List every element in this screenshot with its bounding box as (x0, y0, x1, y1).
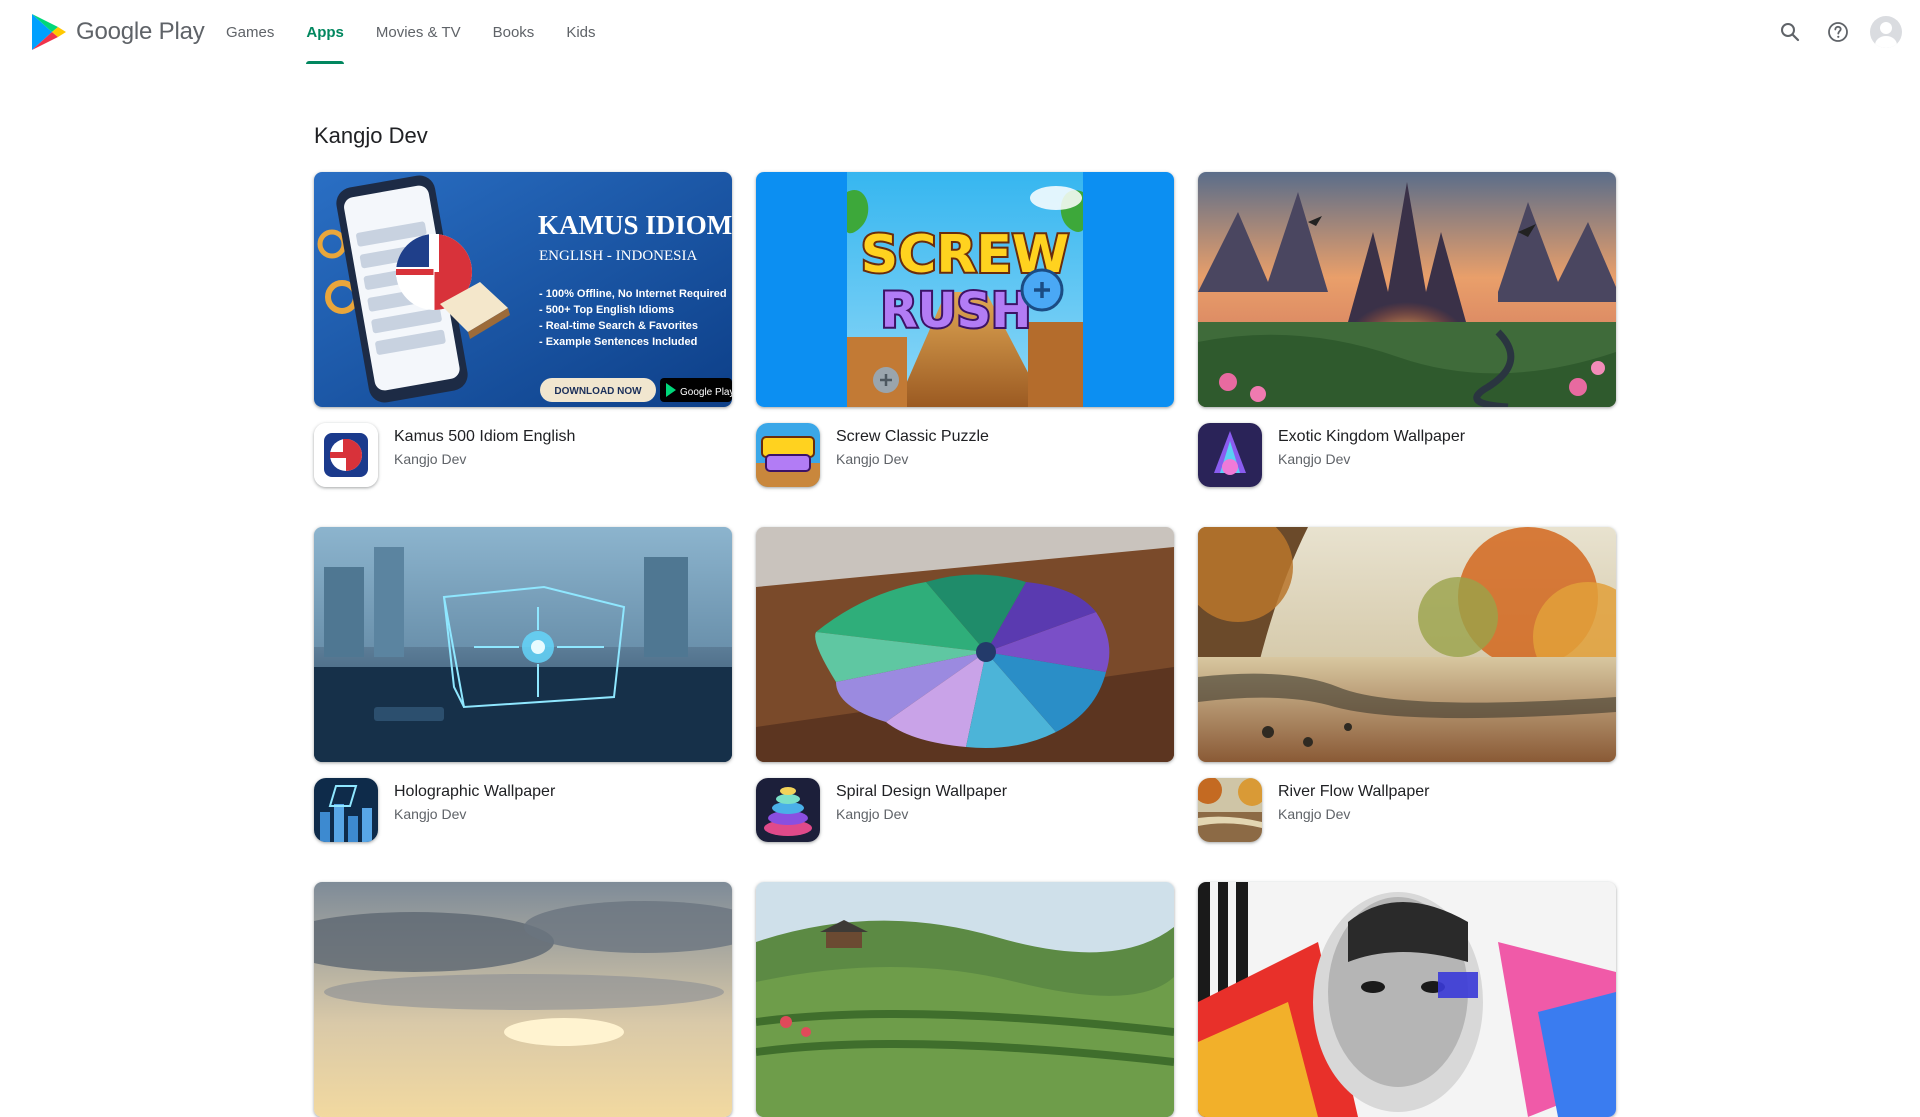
app-card[interactable] (756, 882, 1174, 1117)
app-name[interactable]: Spiral Design Wallpaper (836, 780, 1007, 804)
pop-art-portrait-banner-image (1198, 882, 1616, 1117)
app-name[interactable]: Holographic Wallpaper (394, 780, 555, 804)
app-icon (756, 423, 820, 487)
app-banner (314, 882, 732, 1117)
app-meta: Screw Classic Puzzle Kangjo Dev (756, 423, 1174, 487)
cloudy-sky-banner-image (314, 882, 732, 1117)
app-card[interactable]: Spiral Design Wallpaper Kangjo Dev (756, 527, 1174, 842)
app-banner: SCREW RUSH (756, 172, 1174, 407)
developer-page: Kangjo Dev KAMUS IDIOM ENGLISH - INDONES… (314, 120, 1618, 1117)
kingdom-icon (1198, 423, 1262, 487)
app-banner: KAMUS IDIOM ENGLISH - INDONESIA - 100% O… (314, 172, 732, 407)
tea-garden-banner-image (756, 882, 1174, 1117)
app-card[interactable]: Holographic Wallpaper Kangjo Dev (314, 527, 732, 842)
app-banner (314, 527, 732, 762)
spiral-icon (756, 778, 820, 842)
app-card[interactable]: KAMUS IDIOM ENGLISH - INDONESIA - 100% O… (314, 172, 732, 487)
account-avatar[interactable] (1870, 16, 1902, 48)
search-icon (1781, 23, 1800, 42)
screw-rush-banner-image: SCREW RUSH (756, 172, 1174, 407)
banner-bullet: - Real-time Search & Favorites (539, 320, 698, 332)
app-card[interactable]: Exotic Kingdom Wallpaper Kangjo Dev (1198, 172, 1616, 487)
banner-subtitle: ENGLISH - INDONESIA (539, 248, 697, 264)
screw-logo-line2: RUSH (881, 283, 1032, 339)
app-banner (1198, 527, 1616, 762)
river-banner-image (1198, 527, 1616, 762)
app-icon (1198, 778, 1262, 842)
kingdom-banner-image (1198, 172, 1616, 407)
nav-kids[interactable]: Kids (550, 0, 611, 64)
app-card[interactable]: SCREW RUSH Screw Classic Puzzle Kangjo D… (756, 172, 1174, 487)
banner-cta: DOWNLOAD NOW (554, 386, 642, 397)
holographic-icon (314, 778, 378, 842)
app-developer[interactable]: Kangjo Dev (1278, 449, 1465, 469)
app-icon (1198, 423, 1262, 487)
banner-bullet: - Example Sentences Included (539, 336, 697, 348)
banner-badge: Google Play (680, 387, 732, 398)
nav-books[interactable]: Books (477, 0, 551, 64)
app-icon (314, 778, 378, 842)
main-nav: Games Apps Movies & TV Books Kids (210, 0, 612, 64)
header-actions (1768, 12, 1902, 52)
app-name[interactable]: Exotic Kingdom Wallpaper (1278, 425, 1465, 449)
app-meta: Spiral Design Wallpaper Kangjo Dev (756, 778, 1174, 842)
uk-flag-book-icon (314, 423, 378, 487)
app-card[interactable] (1198, 882, 1616, 1117)
search-button[interactable] (1768, 10, 1812, 54)
app-banner (756, 527, 1174, 762)
app-developer[interactable]: Kangjo Dev (394, 449, 575, 469)
help-button[interactable] (1816, 10, 1860, 54)
nav-games[interactable]: Games (210, 0, 290, 64)
banner-bullet: - 100% Offline, No Internet Required (539, 288, 727, 300)
screw-rush-icon (756, 423, 820, 487)
app-icon (314, 423, 378, 487)
holographic-banner-image (314, 527, 732, 762)
app-meta: Exotic Kingdom Wallpaper Kangjo Dev (1198, 423, 1616, 487)
app-banner (1198, 882, 1616, 1117)
app-banner (756, 882, 1174, 1117)
app-developer[interactable]: Kangjo Dev (394, 804, 555, 824)
spiral-banner-image (756, 527, 1174, 762)
app-meta: Holographic Wallpaper Kangjo Dev (314, 778, 732, 842)
brand-name: Google Play (76, 18, 205, 45)
app-name[interactable]: Screw Classic Puzzle (836, 425, 989, 449)
app-developer[interactable]: Kangjo Dev (1278, 804, 1429, 824)
top-bar: Google Play Games Apps Movies & TV Books… (0, 0, 1920, 64)
app-card[interactable] (314, 882, 732, 1117)
nav-apps[interactable]: Apps (290, 0, 360, 64)
app-card[interactable]: River Flow Wallpaper Kangjo Dev (1198, 527, 1616, 842)
app-developer[interactable]: Kangjo Dev (836, 804, 1007, 824)
app-banner (1198, 172, 1616, 407)
help-icon (1828, 22, 1848, 42)
banner-bullet: - 500+ Top English Idioms (539, 304, 674, 316)
app-icon (756, 778, 820, 842)
app-developer[interactable]: Kangjo Dev (836, 449, 989, 469)
nav-movies-tv[interactable]: Movies & TV (360, 0, 477, 64)
developer-title: Kangjo Dev (314, 123, 428, 148)
app-meta: River Flow Wallpaper Kangjo Dev (1198, 778, 1616, 842)
river-icon (1198, 778, 1262, 842)
app-grid: KAMUS IDIOM ENGLISH - INDONESIA - 100% O… (314, 172, 1618, 1117)
google-play-logo[interactable]: Google Play (30, 12, 205, 52)
play-logo-icon (32, 14, 66, 50)
app-name[interactable]: River Flow Wallpaper (1278, 780, 1429, 804)
app-name[interactable]: Kamus 500 Idiom English (394, 425, 575, 449)
banner-title: KAMUS IDIOM (538, 210, 732, 240)
idiom-banner-image: KAMUS IDIOM ENGLISH - INDONESIA - 100% O… (314, 172, 732, 407)
app-meta: Kamus 500 Idiom English Kangjo Dev (314, 423, 732, 487)
